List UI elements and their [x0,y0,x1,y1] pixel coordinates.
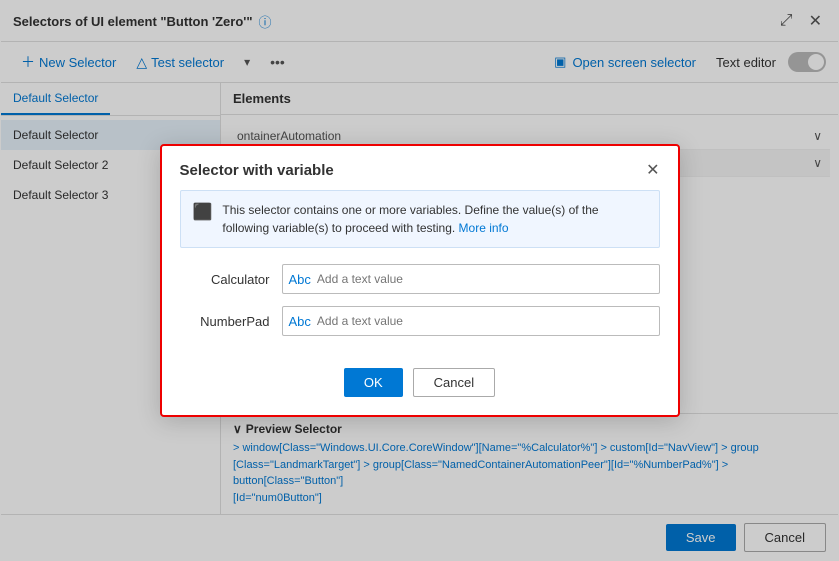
text-field-icon-numberpad: Abc [289,314,311,329]
modal-fields: Calculator Abc NumberPad Abc [162,260,678,364]
modal-title: Selector with variable [180,162,334,179]
field-label-calculator: Calculator [180,272,270,287]
field-input-wrap-numberpad: Abc [282,306,660,336]
modal-ok-button[interactable]: OK [344,368,403,397]
more-info-link[interactable]: More info [459,221,509,235]
text-field-icon-calculator: Abc [289,272,311,287]
main-window: Selectors of UI element "Button 'Zero'" … [0,0,839,561]
modal-info-box: ⬛ This selector contains one or more var… [180,190,660,248]
modal-close-button[interactable]: ✕ [646,160,659,180]
calculator-input[interactable] [317,272,653,286]
modal-header: Selector with variable ✕ [162,146,678,190]
field-row-calculator: Calculator Abc [180,264,660,294]
modal-overlay: Selector with variable ✕ ⬛ This selector… [1,1,838,560]
modal-cancel-button[interactable]: Cancel [413,368,495,397]
modal-info-text: This selector contains one or more varia… [222,201,646,237]
field-label-numberpad: NumberPad [180,314,270,329]
modal-selector-variable: Selector with variable ✕ ⬛ This selector… [160,144,680,417]
numberpad-input[interactable] [317,314,653,328]
modal-footer: OK Cancel [162,364,678,415]
field-row-numberpad: NumberPad Abc [180,306,660,336]
info-box-icon: ⬛ [193,202,213,222]
field-input-wrap-calculator: Abc [282,264,660,294]
